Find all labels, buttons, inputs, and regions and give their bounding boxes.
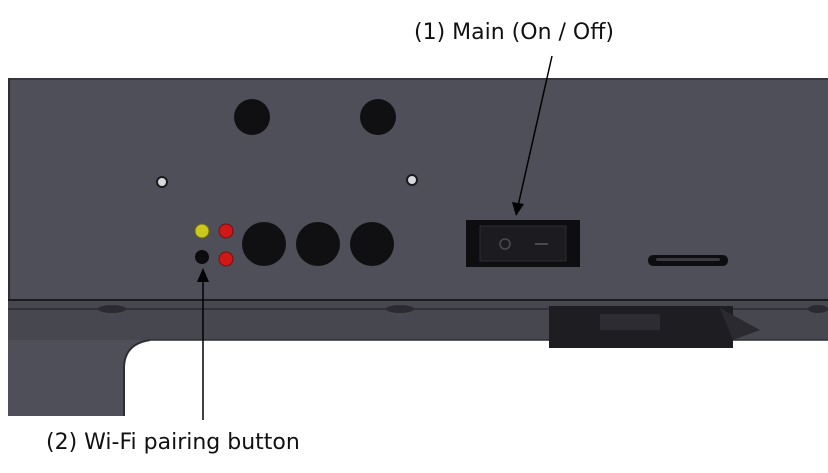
- rail-foot-right: [808, 305, 828, 313]
- top-hole-right: [360, 99, 396, 135]
- port-hole-3: [350, 222, 394, 266]
- port-hole-1: [242, 222, 286, 266]
- rail-foot-middle: [386, 305, 414, 313]
- wifi-pairing-button[interactable]: [195, 250, 209, 264]
- callout-main-switch: (1) Main (On / Off): [414, 20, 614, 45]
- screw-right: [406, 174, 418, 186]
- top-hole-left: [234, 99, 270, 135]
- connector-clip-tab: [600, 314, 660, 330]
- device-diagram: (1) Main (On / Off) (2) Wi-Fi pairing bu…: [0, 0, 828, 469]
- device-panel-illustration: [8, 55, 828, 420]
- led-red-top: [218, 223, 234, 239]
- device-housing: [8, 78, 828, 300]
- bracket-edge: [123, 339, 151, 416]
- port-hole-2: [296, 222, 340, 266]
- led-red-bottom: [218, 251, 234, 267]
- callout-wifi-pairing-button: (2) Wi-Fi pairing button: [46, 430, 300, 455]
- screw-left: [156, 176, 168, 188]
- led-yellow: [194, 223, 210, 239]
- card-slot-inner: [656, 258, 720, 261]
- main-switch-rocker: [479, 225, 567, 262]
- rail-foot-left: [98, 305, 126, 313]
